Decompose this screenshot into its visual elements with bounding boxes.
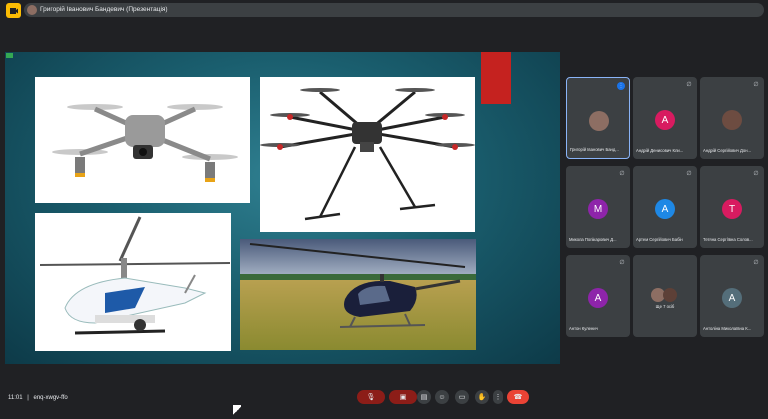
avatar: A bbox=[655, 110, 675, 130]
captions-button[interactable]: ▤ bbox=[417, 390, 431, 404]
participant-name: Антоліна Миколаївна К... bbox=[703, 326, 752, 331]
avatar: A bbox=[722, 288, 742, 308]
hand-icon: ✋ bbox=[477, 394, 487, 401]
mic-off-icon: ∅ bbox=[619, 260, 625, 266]
top-bar: Григорій Іванович Бандевич (Презентація) bbox=[0, 0, 768, 22]
participant-tile[interactable]: ∅ M Микола Попікарович Д... bbox=[566, 166, 630, 248]
avatar bbox=[663, 288, 677, 302]
more-vert-icon: ⋮ bbox=[494, 394, 502, 401]
avatar bbox=[589, 111, 609, 131]
participant-tile[interactable]: ∅ A Антон Куленич bbox=[566, 255, 630, 337]
slide-indicator-icon bbox=[6, 53, 13, 58]
more-participants-label: Ще 7 осіб bbox=[655, 304, 675, 309]
speaking-indicator-icon: ⋮ bbox=[617, 82, 625, 90]
avatar: A bbox=[588, 288, 608, 308]
avatar bbox=[722, 110, 742, 130]
quadcopter-drone-image bbox=[35, 77, 250, 203]
bottom-control-bar: 11:01 | enq-xwgv-ffo 🎙 ▣ ▤ ☺ ▭ ✋ ⋮ ☎ bbox=[0, 385, 768, 419]
clock-time: 11:01 bbox=[8, 395, 23, 401]
emoji-button[interactable]: ☺ bbox=[435, 390, 449, 404]
phone-hangup-icon: ☎ bbox=[513, 394, 523, 401]
present-icon: ▭ bbox=[458, 394, 466, 401]
hexacopter-drone-image bbox=[260, 77, 475, 232]
presentation-slide bbox=[5, 52, 560, 364]
participant-tile[interactable]: ∅ A Антоліна Миколаївна К... bbox=[700, 255, 764, 337]
more-options-button[interactable]: ⋮ bbox=[493, 390, 503, 404]
participant-name: Артем Сергійович Бабін bbox=[636, 237, 683, 242]
mic-off-icon: ∅ bbox=[686, 171, 692, 177]
participant-tile[interactable]: ∅ T Тетяна Сергіївна Солов... bbox=[700, 166, 764, 248]
captions-icon: ▤ bbox=[420, 394, 428, 401]
more-participants-tile[interactable]: Ще 7 осіб bbox=[633, 255, 697, 337]
participant-name: Тетяна Сергіївна Солов... bbox=[703, 237, 753, 242]
separator: | bbox=[27, 395, 29, 401]
avatar: A bbox=[655, 199, 675, 219]
avatar: T bbox=[722, 199, 742, 219]
mic-off-icon: ∅ bbox=[753, 171, 759, 177]
mouse-cursor-icon bbox=[233, 405, 241, 417]
slide-accent-rect bbox=[481, 52, 511, 104]
mic-off-icon: ∅ bbox=[753, 82, 759, 88]
leave-call-button[interactable]: ☎ bbox=[507, 390, 529, 404]
participant-name: Андрій Сергійович Дон... bbox=[703, 148, 752, 153]
meet-app-icon[interactable] bbox=[6, 3, 21, 18]
mic-off-icon: ∅ bbox=[686, 82, 692, 88]
participant-tile[interactable]: ∅ Андрій Сергійович Дон... bbox=[700, 77, 764, 159]
meeting-code: enq-xwgv-ffo bbox=[33, 395, 68, 401]
avatar: M bbox=[588, 199, 608, 219]
mic-off-icon: ∅ bbox=[619, 171, 625, 177]
presenter-avatar bbox=[27, 5, 37, 15]
camera-button[interactable]: ▣ bbox=[389, 390, 417, 404]
participant-tile[interactable]: ⋮ Григорій Іванович Банд... bbox=[566, 77, 630, 159]
presentation-indicator[interactable]: Григорій Іванович Бандевич (Презентація) bbox=[24, 3, 764, 17]
presentation-title: Григорій Іванович Бандевич (Презентація) bbox=[40, 6, 168, 13]
participant-name: Григорій Іванович Банд... bbox=[570, 147, 619, 152]
emoji-icon: ☺ bbox=[438, 393, 446, 401]
light-helicopter-image bbox=[240, 239, 476, 350]
unmanned-helicopter-image bbox=[35, 213, 231, 351]
participant-tile[interactable]: ∅ A Артем Сергійович Бабін bbox=[633, 166, 697, 248]
participant-name: Микола Попікарович Д... bbox=[569, 237, 617, 242]
participant-name: Андрій Денисович Кли... bbox=[636, 148, 684, 153]
mic-off-icon: 🎙 bbox=[366, 394, 376, 401]
raise-hand-button[interactable]: ✋ bbox=[475, 390, 489, 404]
participant-name: Антон Куленич bbox=[569, 326, 598, 331]
present-button[interactable]: ▭ bbox=[455, 390, 469, 404]
meeting-info: 11:01 | enq-xwgv-ffo bbox=[8, 395, 68, 401]
mic-button[interactable]: 🎙 bbox=[357, 390, 385, 404]
participant-tile[interactable]: ∅ A Андрій Денисович Кли... bbox=[633, 77, 697, 159]
mic-off-icon: ∅ bbox=[753, 260, 759, 266]
camera-off-icon: ▣ bbox=[399, 394, 407, 401]
